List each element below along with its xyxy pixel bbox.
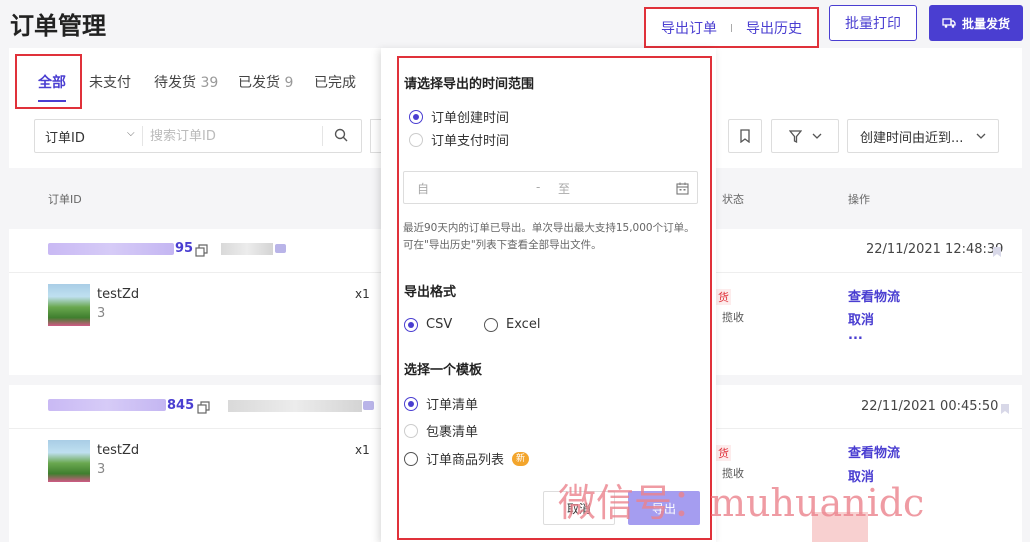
radio-format-csv[interactable]: CSV bbox=[404, 317, 452, 332]
tab-label: 待发货 bbox=[154, 75, 196, 91]
search-icon[interactable] bbox=[334, 127, 348, 146]
chevron-down-icon bbox=[812, 133, 821, 139]
bookmark-icon[interactable] bbox=[992, 243, 1002, 262]
export-history-button[interactable]: 导出历史 bbox=[746, 18, 802, 38]
batch-print-button[interactable]: 批量打印 bbox=[829, 5, 917, 41]
tab-label: 已发货 bbox=[238, 75, 280, 91]
export-order-button[interactable]: 导出订单 bbox=[661, 18, 717, 38]
format-title: 导出格式 bbox=[404, 285, 457, 300]
time-range-title: 请选择导出的时间范围 bbox=[404, 77, 535, 92]
radio-selected-icon bbox=[409, 109, 423, 124]
product-sku: 3 bbox=[97, 306, 106, 321]
page-title: 订单管理 bbox=[10, 12, 106, 40]
buyer-redacted bbox=[221, 243, 273, 255]
radio-unselected-icon bbox=[484, 317, 498, 332]
radio-label: CSV bbox=[426, 317, 453, 332]
tab-unpaid[interactable]: 未支付 bbox=[89, 72, 131, 92]
batch-ship-label: 批量发货 bbox=[961, 16, 1010, 31]
new-badge: 新 bbox=[512, 451, 530, 466]
date-start[interactable]: 自 bbox=[417, 180, 429, 197]
tab-count: 39 bbox=[200, 75, 219, 91]
order-id-suffix[interactable]: 95 bbox=[175, 241, 193, 256]
copy-icon[interactable] bbox=[197, 399, 210, 418]
cancel-order-link[interactable]: 取消 bbox=[848, 309, 874, 328]
product-name: testZd bbox=[97, 443, 140, 458]
view-logistics-link[interactable]: 查看物流 bbox=[848, 442, 900, 461]
search-input[interactable] bbox=[150, 124, 320, 148]
export-actions-group: 导出订单 导出历史 bbox=[644, 7, 819, 48]
product-sku: 3 bbox=[97, 462, 106, 477]
date-range-dash: - bbox=[536, 180, 541, 194]
radio-unselected-icon bbox=[404, 451, 418, 466]
more-actions-link[interactable]: ... bbox=[848, 328, 863, 343]
truck-icon bbox=[942, 18, 956, 28]
radio-unselected-icon bbox=[404, 423, 418, 438]
radio-label: Excel bbox=[506, 317, 541, 332]
sort-label: 创建时间由近到... bbox=[860, 130, 964, 146]
template-title: 选择一个模板 bbox=[404, 363, 483, 378]
radio-label: 订单商品列表 bbox=[426, 453, 505, 468]
order-time: 22/11/2021 00:45:50 bbox=[861, 399, 999, 414]
radio-template-order-list[interactable]: 订单清单 bbox=[404, 394, 478, 413]
status-subtext: 揽收 bbox=[722, 311, 744, 324]
filter-button[interactable] bbox=[771, 119, 839, 153]
highlight-box bbox=[15, 54, 82, 109]
radio-unselected-icon bbox=[409, 132, 423, 147]
radio-format-excel[interactable]: Excel bbox=[484, 317, 540, 332]
product-quantity: x1 bbox=[355, 443, 370, 457]
radio-label: 包裹清单 bbox=[426, 425, 479, 440]
chevron-down-icon: ⌵ bbox=[127, 128, 135, 139]
chat-icon[interactable] bbox=[363, 401, 374, 410]
date-end[interactable]: 至 bbox=[558, 180, 570, 197]
divider bbox=[322, 126, 323, 146]
export-note: 最近90天内的订单已导出。单次导出最大支持15,000个订单。可在"导出历史"列… bbox=[403, 222, 695, 251]
bookmark-icon bbox=[740, 129, 750, 143]
chat-icon[interactable] bbox=[275, 244, 286, 253]
radio-label: 订单支付时间 bbox=[431, 134, 510, 149]
radio-label: 订单清单 bbox=[426, 398, 479, 413]
column-header-ops: 操作 bbox=[848, 193, 870, 206]
radio-selected-icon bbox=[404, 317, 418, 332]
search-type-select[interactable]: 订单ID bbox=[45, 127, 85, 146]
tab-shipped[interactable]: 已发货 9 bbox=[238, 72, 293, 92]
radio-created-time[interactable]: 订单创建时间 bbox=[409, 107, 509, 126]
filter-icon bbox=[788, 129, 802, 143]
calendar-icon[interactable] bbox=[676, 180, 689, 199]
order-id-redacted bbox=[48, 399, 166, 411]
sort-select[interactable]: 创建时间由近到... bbox=[847, 119, 999, 153]
status-badge: 货 bbox=[716, 289, 731, 305]
product-thumbnail bbox=[48, 284, 90, 326]
tab-count: 9 bbox=[284, 75, 294, 91]
order-id-redacted bbox=[48, 243, 174, 255]
divider bbox=[142, 126, 143, 146]
tab-completed[interactable]: 已完成 bbox=[314, 72, 356, 92]
radio-template-package-list[interactable]: 包裹清单 bbox=[404, 421, 478, 440]
divider bbox=[731, 23, 732, 32]
product-thumbnail bbox=[48, 440, 90, 482]
view-logistics-link[interactable]: 查看物流 bbox=[848, 286, 900, 305]
tab-pending-ship[interactable]: 待发货 39 bbox=[154, 72, 218, 92]
radio-label: 订单创建时间 bbox=[431, 111, 510, 126]
bookmark-filter-button[interactable] bbox=[728, 119, 762, 153]
date-range-picker[interactable] bbox=[403, 171, 698, 204]
product-quantity: x1 bbox=[355, 287, 370, 301]
column-header-order-id: 订单ID bbox=[48, 193, 82, 206]
product-name: testZd bbox=[97, 287, 140, 302]
bookmark-icon[interactable] bbox=[1000, 400, 1010, 419]
watermark-text: 微信号：muhuanidc bbox=[558, 481, 925, 525]
radio-template-product-list[interactable]: 订单商品列表新 bbox=[404, 449, 530, 468]
order-id-suffix[interactable]: 845 bbox=[167, 398, 194, 413]
buyer-redacted bbox=[228, 400, 362, 412]
batch-ship-button[interactable]: 批量发货 bbox=[929, 5, 1023, 41]
radio-selected-icon bbox=[404, 396, 418, 411]
status-badge: 货 bbox=[716, 445, 731, 461]
chevron-down-icon bbox=[976, 133, 986, 139]
order-time: 22/11/2021 12:48:39 bbox=[866, 242, 1004, 257]
copy-icon[interactable] bbox=[195, 242, 208, 261]
column-header-status: 状态 bbox=[722, 193, 744, 206]
radio-paid-time[interactable]: 订单支付时间 bbox=[409, 130, 509, 149]
